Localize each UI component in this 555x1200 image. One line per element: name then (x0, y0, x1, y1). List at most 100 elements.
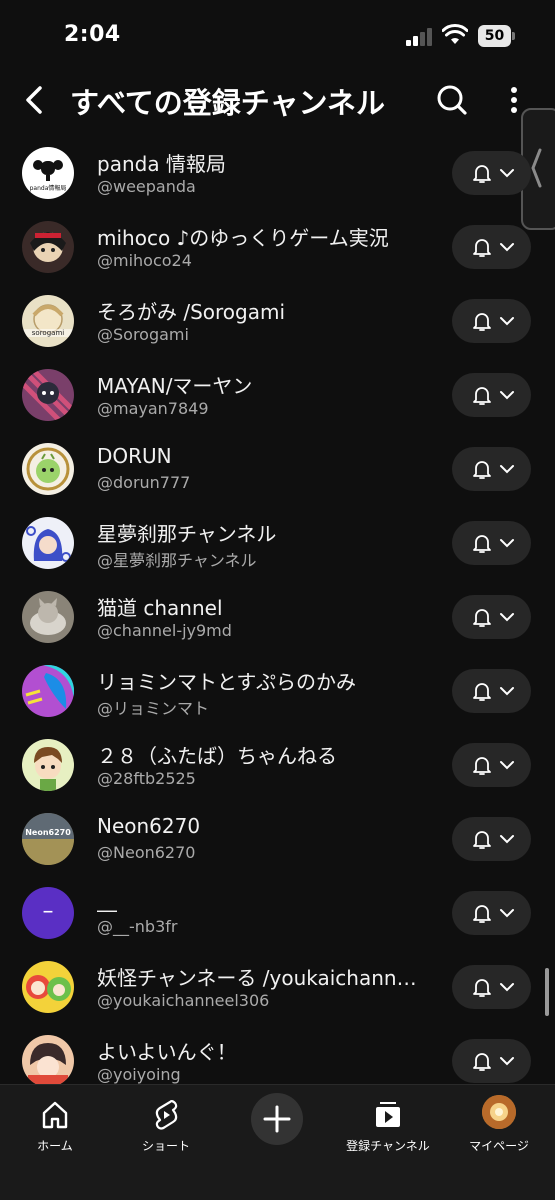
notification-settings-button[interactable] (452, 1039, 531, 1083)
channel-avatar[interactable] (22, 961, 74, 1013)
bell-icon (473, 831, 491, 849)
notification-settings-button[interactable] (452, 669, 531, 713)
channel-avatar[interactable] (22, 369, 74, 421)
channel-row[interactable]: MAYAN/マーヤン @mayan7849 (0, 358, 555, 432)
nav-subscriptions[interactable]: 登録チャンネル (333, 1093, 443, 1153)
notification-settings-button[interactable] (452, 225, 531, 269)
channel-name: mihoco ♪のゆっくりゲーム実況 (97, 226, 389, 250)
channel-row[interactable]: panda情報局 panda 情報局 @weepanda (0, 136, 555, 210)
channel-row[interactable]: – __ @__-nb3fr (0, 876, 555, 950)
bell-icon (473, 683, 491, 701)
channel-row[interactable]: DORUN @dorun777 (0, 432, 555, 506)
bell-icon (473, 165, 491, 183)
channel-handle: @mayan7849 (97, 399, 209, 418)
notification-settings-button[interactable] (452, 521, 531, 565)
channel-avatar[interactable] (22, 665, 74, 717)
nav-shorts[interactable]: ショート (111, 1093, 221, 1153)
chevron-down-icon (500, 687, 514, 696)
wifi-icon (442, 24, 468, 44)
shorts-icon (155, 1100, 178, 1130)
channel-name: __ (97, 888, 117, 912)
status-bar: 2:04 50 (0, 0, 555, 70)
chevron-down-icon (500, 909, 514, 918)
channel-row[interactable]: ２８（ふたば）ちゃんねる @28ftb2525 (0, 728, 555, 802)
chevron-down-icon (500, 835, 514, 844)
channel-name: よいよいんぐ！ (97, 1040, 237, 1064)
channel-name: そろがみ /Sorogami (97, 300, 286, 324)
channel-avatar[interactable]: sorogami (22, 295, 74, 347)
create-button[interactable] (251, 1093, 303, 1145)
notification-settings-button[interactable] (452, 743, 531, 787)
channel-avatar[interactable] (22, 517, 74, 569)
nav-home[interactable]: ホーム (0, 1093, 110, 1153)
channel-row[interactable]: 猫道 channel @channel-jy9md (0, 580, 555, 654)
channel-row[interactable]: 星夢刹那チャンネル @星夢刹那チャンネル (0, 506, 555, 580)
channel-handle: @weepanda (97, 177, 196, 196)
avatar-logo-text: sorogami (22, 329, 74, 337)
nav-you-label: マイページ (469, 1139, 529, 1153)
nav-you[interactable]: マイページ (444, 1093, 554, 1153)
bell-icon (473, 757, 491, 775)
bell-icon (473, 609, 491, 627)
channel-list[interactable]: panda情報局 panda 情報局 @weepanda mihoco ♪のゆっ… (0, 136, 555, 1084)
chevron-down-icon (500, 761, 514, 770)
notification-settings-button[interactable] (452, 595, 531, 639)
nav-home-label: ホーム (37, 1139, 73, 1153)
channel-avatar[interactable] (22, 1035, 74, 1084)
channel-row[interactable]: sorogami そろがみ /Sorogami @Sorogami (0, 284, 555, 358)
channel-avatar[interactable] (22, 591, 74, 643)
plus-icon (263, 1105, 291, 1133)
channel-avatar[interactable] (22, 443, 74, 495)
channel-avatar[interactable]: Neon6270 (22, 813, 74, 865)
back-button[interactable] (14, 78, 54, 122)
notification-settings-button[interactable] (452, 151, 531, 195)
search-button[interactable] (432, 78, 472, 122)
notification-settings-button[interactable] (452, 447, 531, 491)
channel-row[interactable]: Neon6270 Neon6270 @Neon6270 (0, 802, 555, 876)
avatar-logo-text: Neon6270 (25, 828, 71, 837)
bell-icon (473, 239, 491, 257)
channel-name: 星夢刹那チャンネル (97, 522, 277, 546)
profile-avatar (482, 1095, 516, 1129)
bell-icon (473, 905, 491, 923)
nav-subscriptions-label: 登録チャンネル (346, 1139, 430, 1153)
channel-name: MAYAN/マーヤン (97, 374, 253, 398)
channel-row[interactable]: mihoco ♪のゆっくりゲーム実況 @mihoco24 (0, 210, 555, 284)
chevron-down-icon (500, 169, 514, 178)
page-title: すべての登録チャンネル (70, 86, 385, 120)
channel-name: panda 情報局 (97, 152, 226, 176)
channel-handle: @youkaichanneel306 (97, 991, 270, 1010)
chevron-down-icon (500, 391, 514, 400)
channel-name: Neon6270 (97, 814, 201, 838)
channel-handle: @channel-jy9md (97, 621, 232, 640)
subscriptions-icon (376, 1102, 400, 1127)
scrollbar[interactable] (545, 968, 549, 1016)
channel-handle: @星夢刹那チャンネル (97, 551, 257, 570)
channel-row[interactable]: 妖怪チャンネーる /youkaichanneel306 @youkaichann… (0, 950, 555, 1024)
channel-avatar[interactable] (22, 221, 74, 273)
channel-handle: @Neon6270 (97, 843, 196, 862)
chevron-down-icon (500, 465, 514, 474)
battery-level: 50 (478, 25, 511, 47)
chevron-down-icon (500, 317, 514, 326)
channel-avatar[interactable] (22, 739, 74, 791)
notification-settings-button[interactable] (452, 891, 531, 935)
channel-handle: @mihoco24 (97, 251, 192, 270)
chevron-down-icon (500, 1057, 514, 1066)
channel-avatar[interactable]: panda情報局 (22, 147, 74, 199)
avatar-logo-text: panda情報局 (29, 185, 67, 192)
channel-row[interactable]: リョミンマトとすぷらのかみ @リョミンマト (0, 654, 555, 728)
channel-handle: @Sorogami (97, 325, 189, 344)
nav-shorts-label: ショート (141, 1139, 190, 1153)
bell-icon (473, 535, 491, 553)
channel-handle: @dorun777 (97, 473, 191, 492)
channel-avatar[interactable]: – (22, 887, 74, 939)
notification-settings-button[interactable] (452, 965, 531, 1009)
notification-settings-button[interactable] (452, 299, 531, 343)
channel-handle: @yoiyoing (97, 1065, 181, 1084)
notification-settings-button[interactable] (452, 817, 531, 861)
notification-settings-button[interactable] (452, 373, 531, 417)
battery-icon: 50 (478, 25, 516, 47)
channel-row[interactable]: よいよいんぐ！ @yoiyoing (0, 1024, 555, 1084)
channel-name: 妖怪チャンネーる /youkaichanneel306 (97, 966, 425, 990)
